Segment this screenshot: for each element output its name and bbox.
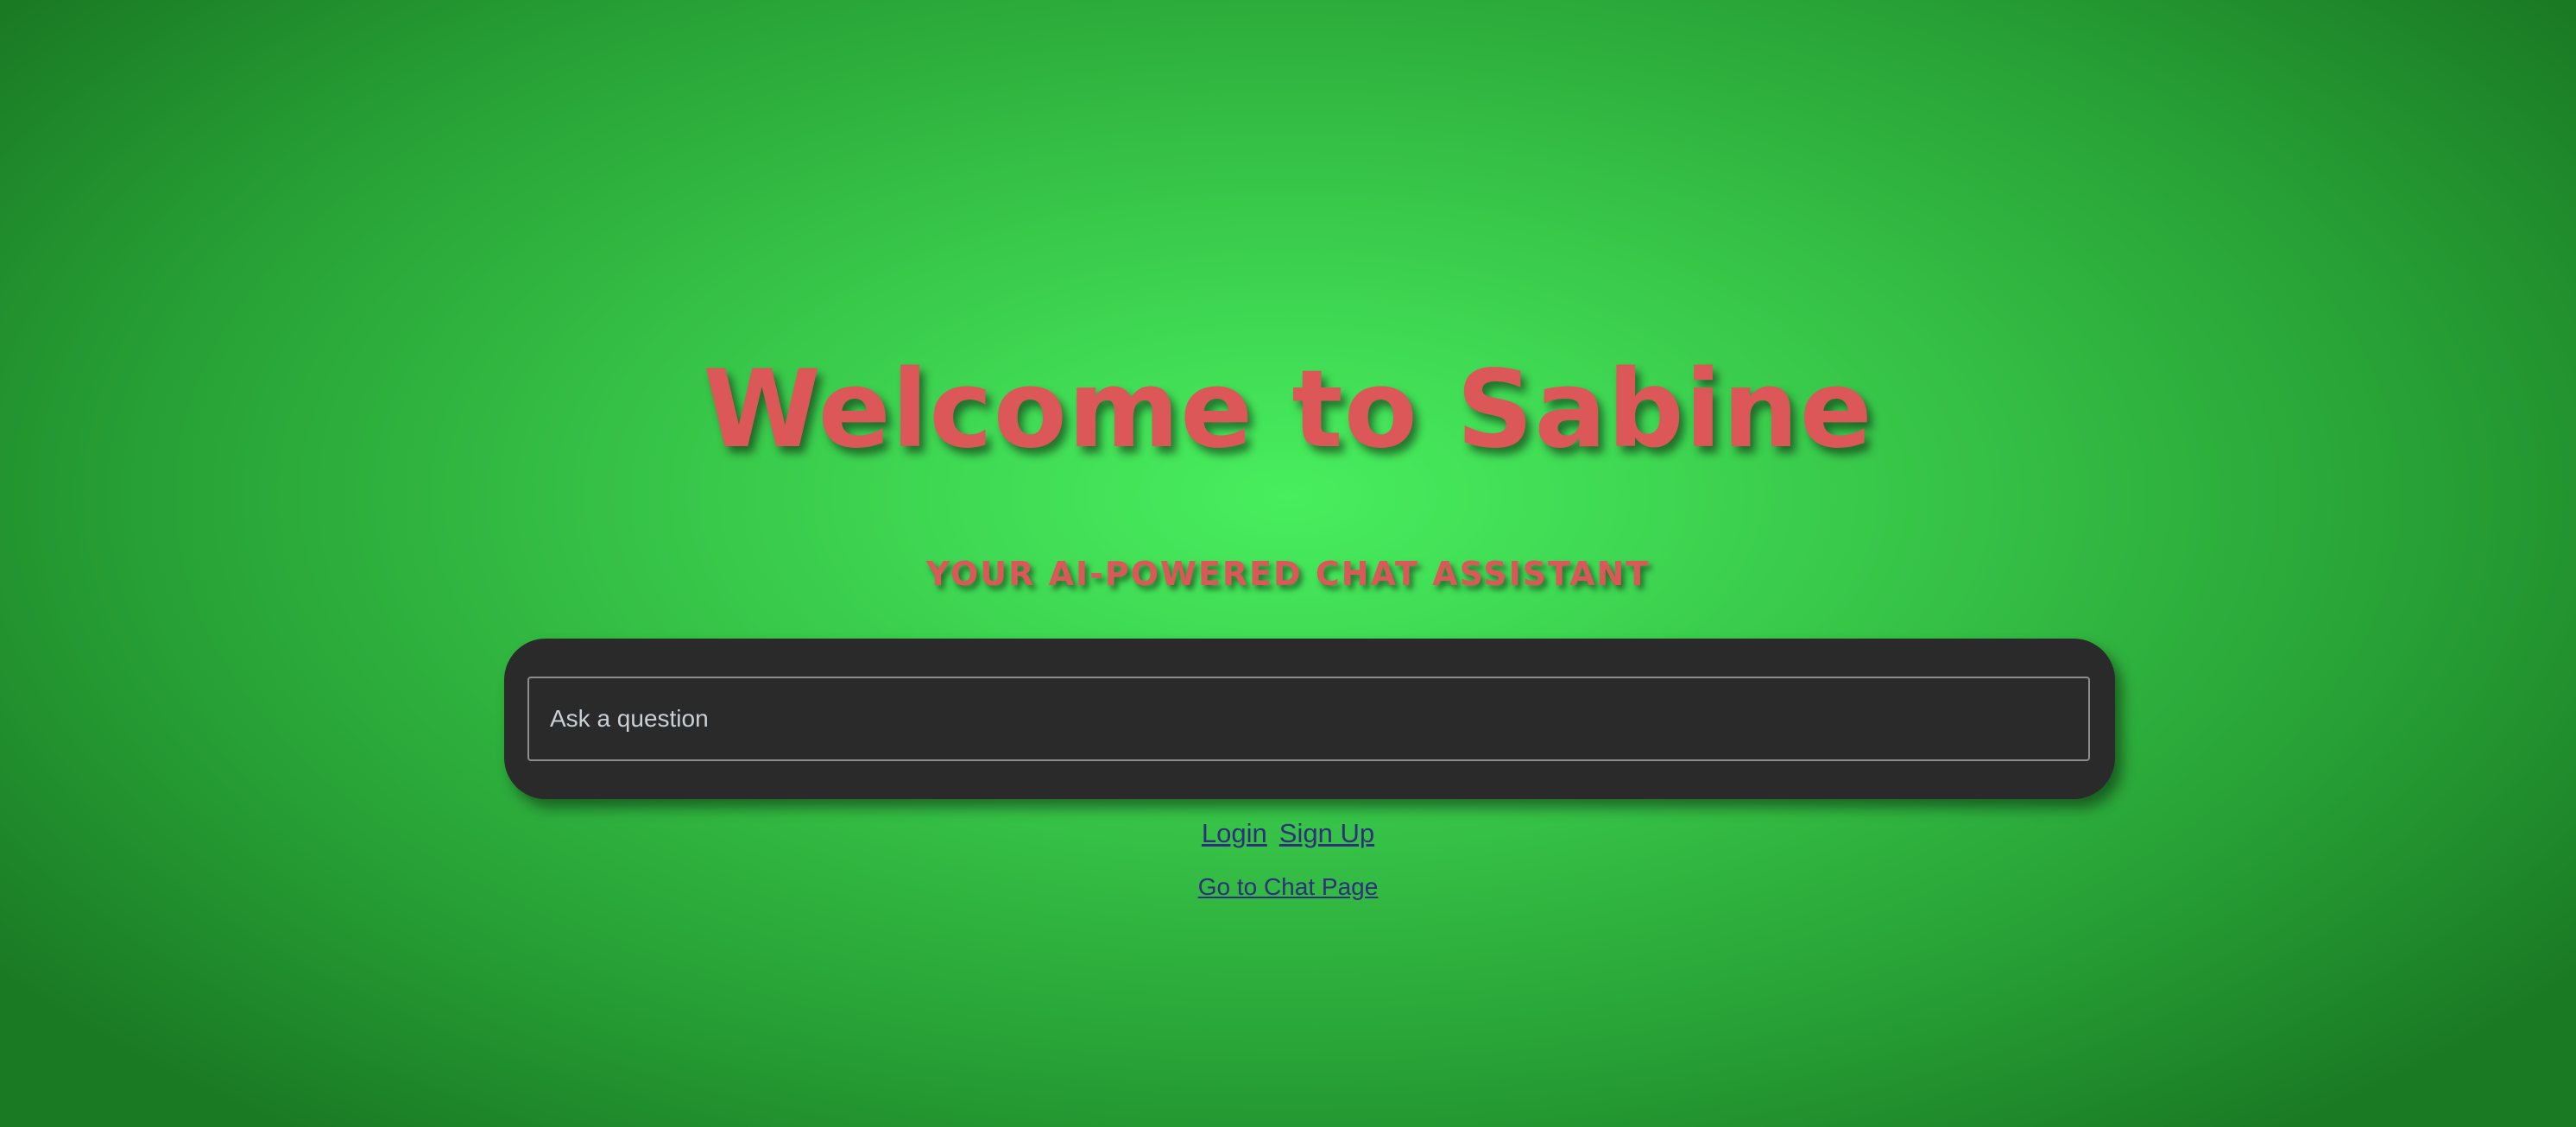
login-link[interactable]: Login <box>1202 818 1267 848</box>
page-title: Welcome to Sabine <box>703 348 1873 472</box>
question-input[interactable] <box>527 677 2090 761</box>
search-panel <box>504 639 2115 799</box>
signup-link[interactable]: Sign Up <box>1279 818 1374 848</box>
auth-links: Login Sign Up <box>0 813 2576 854</box>
page-subtitle: YOUR AI-POWERED CHAT ASSISTANT <box>925 555 1651 593</box>
chat-page-nav: Go to Chat Page <box>0 868 2576 906</box>
go-to-chat-page-link[interactable]: Go to Chat Page <box>1198 873 1379 900</box>
